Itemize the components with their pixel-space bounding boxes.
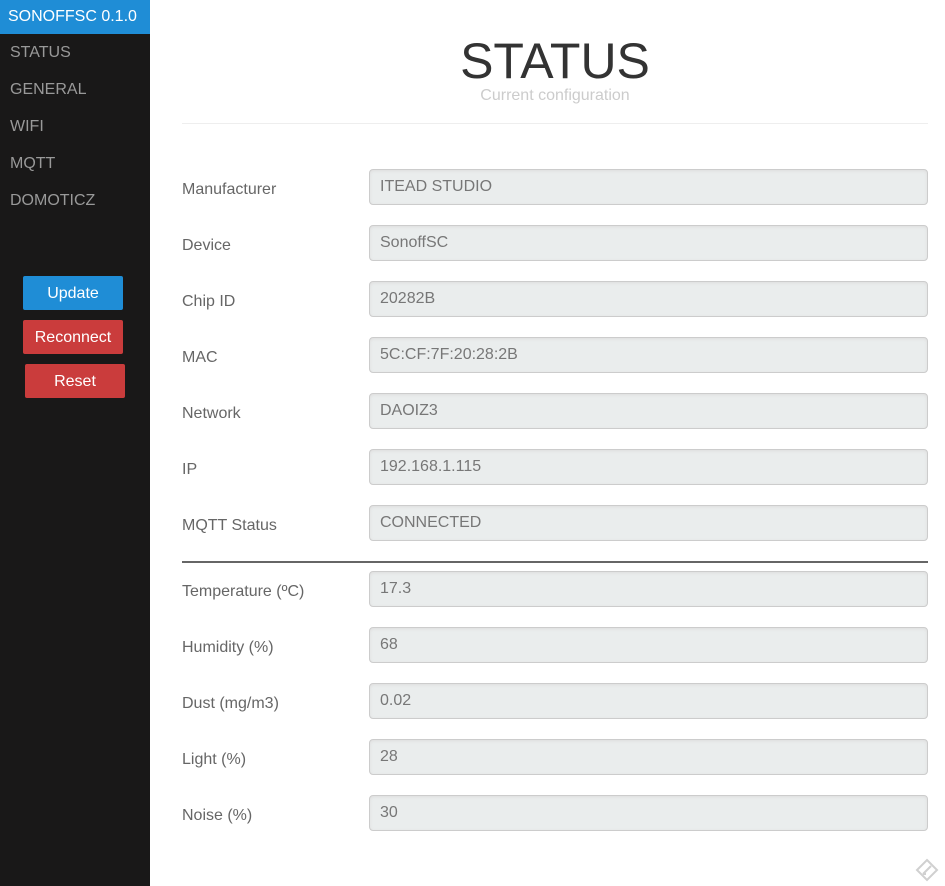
app: SONOFFSC 0.1.0 STATUS GENERAL WIFI MQTT …: [0, 0, 945, 886]
manufacturer-label: Manufacturer: [182, 181, 277, 198]
sidebar-item-general[interactable]: GENERAL: [0, 71, 150, 108]
humidity-label: Humidity (%): [182, 639, 274, 656]
reconnect-button[interactable]: Reconnect: [23, 320, 123, 354]
page-subtitle: Current configuration: [480, 87, 630, 104]
form-row-network: Network: [182, 393, 928, 449]
form-row-dust: Dust (mg/m3): [182, 683, 928, 739]
form-row-ip: IP: [182, 449, 928, 505]
section-divider: [182, 561, 928, 563]
temperature-field[interactable]: [369, 571, 928, 607]
manufacturer-field[interactable]: [369, 169, 928, 205]
form-row-mac: MAC: [182, 337, 928, 393]
network-label: Network: [182, 405, 241, 422]
reset-button[interactable]: Reset: [25, 364, 125, 398]
form-row-chip-id: Chip ID: [182, 281, 928, 337]
device-field[interactable]: [369, 225, 928, 261]
form-row-mqtt-status: MQTT Status: [182, 505, 928, 561]
chip-id-field[interactable]: [369, 281, 928, 317]
light-field[interactable]: [369, 739, 928, 775]
mac-label: MAC: [182, 349, 218, 366]
main-content: STATUS Current configuration Manufacture…: [150, 0, 945, 886]
sidebar-item-mqtt[interactable]: MQTT: [0, 145, 150, 182]
sidebar-item-wifi[interactable]: WIFI: [0, 108, 150, 145]
humidity-field[interactable]: [369, 627, 928, 663]
form-row-device: Device: [182, 225, 928, 281]
light-label: Light (%): [182, 751, 247, 768]
status-form: Manufacturer Device Chip ID MAC Network …: [182, 169, 928, 561]
edit-pencil-icon[interactable]: [915, 858, 939, 882]
brand-link[interactable]: SONOFFSC 0.1.0: [0, 0, 150, 34]
dust-field[interactable]: [369, 683, 928, 719]
mqtt-status-label: MQTT Status: [182, 517, 277, 534]
mqtt-status-field[interactable]: [369, 505, 928, 541]
sidebar-item-domoticz[interactable]: DOMOTICZ: [0, 182, 150, 219]
update-button[interactable]: Update: [23, 276, 123, 310]
sensor-form: Temperature (ºC) Humidity (%) Dust (mg/m…: [182, 571, 928, 851]
form-row-light: Light (%): [182, 739, 928, 795]
noise-field[interactable]: [369, 795, 928, 831]
mac-field[interactable]: [369, 337, 928, 373]
sidebar-item-status[interactable]: STATUS: [0, 34, 150, 71]
form-row-humidity: Humidity (%): [182, 627, 928, 683]
device-label: Device: [182, 237, 231, 254]
page-title: STATUS: [460, 33, 650, 89]
form-row-noise: Noise (%): [182, 795, 928, 851]
ip-field[interactable]: [369, 449, 928, 485]
chip-id-label: Chip ID: [182, 293, 236, 310]
dust-label: Dust (mg/m3): [182, 695, 279, 712]
temperature-label: Temperature (ºC): [182, 583, 305, 600]
noise-label: Noise (%): [182, 807, 253, 824]
ip-label: IP: [182, 461, 198, 478]
page-header: STATUS Current configuration: [182, 0, 928, 124]
form-row-temperature: Temperature (ºC): [182, 571, 928, 627]
sidebar: SONOFFSC 0.1.0 STATUS GENERAL WIFI MQTT …: [0, 0, 150, 886]
form-row-manufacturer: Manufacturer: [182, 169, 928, 225]
network-field[interactable]: [369, 393, 928, 429]
sidebar-nav: STATUS GENERAL WIFI MQTT DOMOTICZ: [0, 34, 150, 219]
